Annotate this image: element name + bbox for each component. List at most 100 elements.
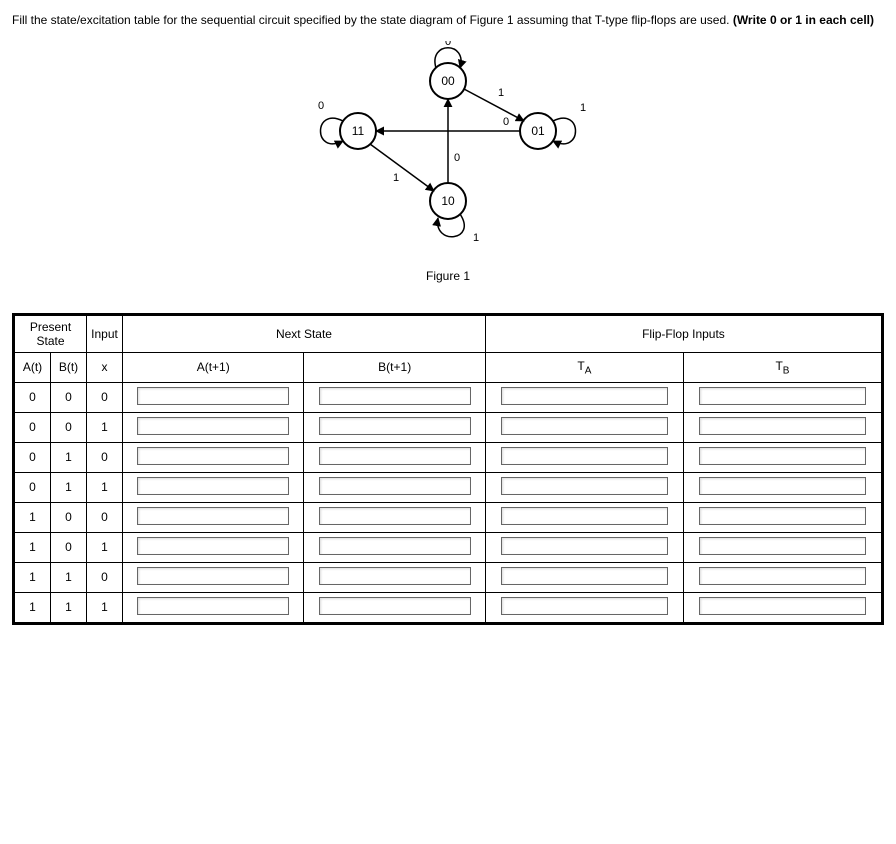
table-row: 010 [15,442,882,472]
prompt-main: Fill the state/excitation table for the … [12,13,733,27]
input-TA-row0[interactable] [501,387,667,405]
col-Bt1: B(t+1) [304,352,485,382]
cell-Bt1 [304,412,485,442]
row-x: 1 [87,412,123,442]
edge-00-self-label: 0 [445,41,451,48]
input-TB-row4[interactable] [699,507,865,525]
cell-Bt1 [304,502,485,532]
table-row: 110 [15,562,882,592]
input-Bt1-row0[interactable] [319,387,471,405]
cell-TA [485,382,683,412]
cell-Bt1 [304,472,485,502]
edge-10-self-label: 1 [473,232,479,244]
row-B: 0 [51,412,87,442]
edge-11-self-label: 0 [318,100,324,112]
col-TA: TA [485,352,683,382]
state-10-label: 10 [441,194,455,208]
input-Bt1-row3[interactable] [319,477,471,495]
row-x: 1 [87,532,123,562]
input-At1-row0[interactable] [137,387,289,405]
row-x: 0 [87,502,123,532]
row-B: 1 [51,442,87,472]
row-B: 1 [51,562,87,592]
input-TB-row0[interactable] [699,387,865,405]
cell-At1 [123,532,304,562]
cell-At1 [123,592,304,622]
input-At1-row1[interactable] [137,417,289,435]
cell-At1 [123,502,304,532]
row-B: 0 [51,382,87,412]
input-TB-row2[interactable] [699,447,865,465]
input-TB-row1[interactable] [699,417,865,435]
row-B: 0 [51,532,87,562]
cell-TB [683,532,881,562]
input-TA-row5[interactable] [501,537,667,555]
cell-TB [683,382,881,412]
hdr-ff-inputs: Flip-Flop Inputs [485,315,881,352]
input-TB-row6[interactable] [699,567,865,585]
col-TB: TB [683,352,881,382]
row-x: 0 [87,562,123,592]
cell-TB [683,442,881,472]
input-TA-row2[interactable] [501,447,667,465]
cell-TB [683,592,881,622]
input-TA-row4[interactable] [501,507,667,525]
edge-01-self-label: 1 [580,102,586,114]
prompt-hint: (Write 0 or 1 in each cell) [733,13,874,27]
input-At1-row4[interactable] [137,507,289,525]
cell-Bt1 [304,442,485,472]
input-Bt1-row2[interactable] [319,447,471,465]
input-TB-row3[interactable] [699,477,865,495]
input-TA-row3[interactable] [501,477,667,495]
cell-TA [485,592,683,622]
input-TB-row5[interactable] [699,537,865,555]
edge-10-00-label: 0 [454,152,460,164]
table-row: 101 [15,532,882,562]
col-x: x [87,352,123,382]
state-diagram-svg: 00 01 10 11 0 1 1 0 1 [278,41,618,261]
col-At: A(t) [15,352,51,382]
cell-Bt1 [304,562,485,592]
table-row: 111 [15,592,882,622]
table-row: 100 [15,502,882,532]
input-Bt1-row6[interactable] [319,567,471,585]
edge-11-10 [370,144,434,191]
input-TA-row1[interactable] [501,417,667,435]
row-x: 0 [87,382,123,412]
cell-At1 [123,382,304,412]
cell-TA [485,472,683,502]
state-diagram: 00 01 10 11 0 1 1 0 1 [278,41,618,261]
input-Bt1-row4[interactable] [319,507,471,525]
input-At1-row7[interactable] [137,597,289,615]
table-row: 011 [15,472,882,502]
cell-TB [683,472,881,502]
input-TA-row6[interactable] [501,567,667,585]
cell-TB [683,502,881,532]
row-x: 1 [87,592,123,622]
row-A: 1 [15,562,51,592]
row-B: 1 [51,592,87,622]
input-TA-row7[interactable] [501,597,667,615]
cell-At1 [123,412,304,442]
excitation-table: Present State Input Next State Flip-Flop… [14,315,882,623]
col-Bt: B(t) [51,352,87,382]
input-At1-row6[interactable] [137,567,289,585]
cell-TA [485,532,683,562]
input-At1-row3[interactable] [137,477,289,495]
excitation-table-wrapper: Present State Input Next State Flip-Flop… [12,313,884,625]
row-B: 1 [51,472,87,502]
input-At1-row5[interactable] [137,537,289,555]
input-Bt1-row5[interactable] [319,537,471,555]
input-Bt1-row1[interactable] [319,417,471,435]
edge-00-01-label: 1 [498,87,504,99]
hdr-input: Input [87,315,123,352]
input-Bt1-row7[interactable] [319,597,471,615]
input-TB-row7[interactable] [699,597,865,615]
state-01-label: 01 [531,124,545,138]
edge-01-11-label: 0 [503,116,509,128]
cell-TA [485,502,683,532]
edge-11-10-label: 1 [393,172,399,184]
input-At1-row2[interactable] [137,447,289,465]
hdr-present-state: Present State [15,315,87,352]
cell-Bt1 [304,592,485,622]
